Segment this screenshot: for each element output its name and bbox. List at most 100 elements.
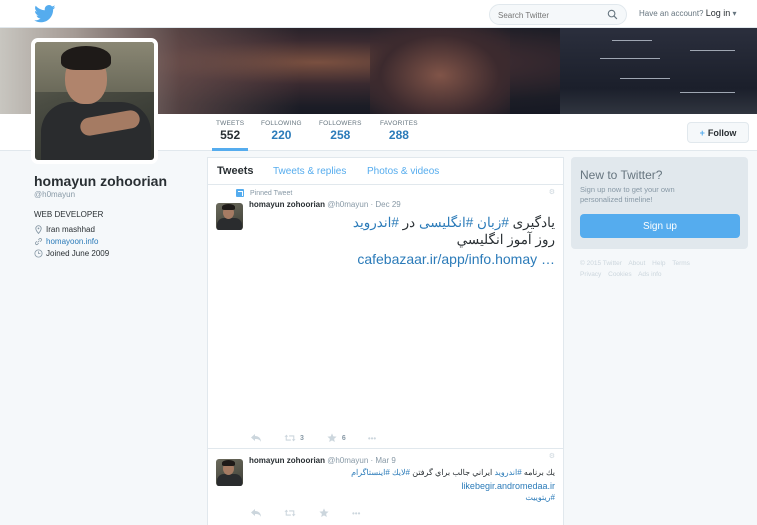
stat-value: 552 — [220, 128, 241, 142]
text-segment: در — [398, 215, 419, 230]
tweet-author[interactable]: homayun zohoorian — [249, 456, 325, 465]
retweet-icon — [284, 434, 296, 442]
tweet-actions: 3 6 ••• — [250, 433, 398, 443]
footer-link-privacy[interactable]: Privacy — [580, 271, 601, 278]
twitter-bird-icon[interactable] — [34, 5, 56, 23]
hashtag-link[interactable]: #ريتوييت — [525, 493, 555, 502]
stat-favorites[interactable]: FAVORITES 288 — [380, 120, 418, 142]
hashtag-link[interactable]: #اندروید — [353, 215, 399, 230]
profile-joined: Joined June 2009 — [34, 249, 204, 258]
search-icon[interactable] — [607, 9, 618, 20]
stat-value: 288 — [388, 128, 409, 142]
profile-bio: WEB DEVELOPER — [34, 210, 104, 219]
stat-label: FAVORITES — [380, 120, 418, 127]
follow-label: Follow — [707, 127, 737, 138]
tweet-url-link[interactable]: cafebazaar.ir/app/info.homay … — [250, 251, 555, 268]
reply-icon — [251, 434, 261, 442]
profile-name[interactable]: homayun zohoorian — [34, 173, 204, 189]
tweet-avatar[interactable] — [216, 459, 243, 486]
retweet-button[interactable]: 3 — [284, 433, 304, 443]
stat-label: TWEETS — [216, 120, 245, 127]
profile-website: homayoon.info — [34, 237, 204, 246]
footer-line: © 2015 Twitter About Help Terms — [580, 258, 740, 269]
pinned-text: Pinned Tweet — [250, 189, 293, 197]
search-input[interactable] — [498, 8, 603, 22]
tweet-avatar[interactable] — [216, 203, 243, 230]
stat-value: 220 — [271, 128, 292, 142]
hashtag-link[interactable]: #اندروید — [494, 468, 521, 477]
footer-links: © 2015 Twitter About Help Terms Privacy … — [580, 258, 740, 280]
tab-tweets[interactable]: Tweets — [217, 165, 253, 177]
footer-link-cookies[interactable]: Cookies — [608, 271, 631, 278]
follow-button[interactable]: + Follow — [687, 122, 749, 143]
star-icon — [327, 433, 337, 442]
text-segment: ايراني جالب براي گرفتن — [410, 468, 495, 477]
favorite-button[interactable] — [318, 508, 330, 518]
login-link[interactable]: Log in — [706, 8, 731, 18]
reply-button[interactable] — [250, 508, 262, 518]
tweet-options-icon[interactable]: ⚙ — [549, 452, 555, 460]
link-icon — [35, 238, 42, 245]
tab-photos-videos[interactable]: Photos & videos — [367, 166, 439, 177]
tweet-handle-date[interactable]: @h0mayun · Dec 29 — [327, 200, 401, 209]
profile-handle[interactable]: @h0mayun — [34, 190, 204, 199]
tweet-text-line2: روز آموز انگليسي — [456, 232, 555, 247]
reply-button[interactable] — [250, 433, 262, 443]
tweet-text-line1: یادگیری #زبان #انگلیسی در #اندروید — [250, 214, 555, 231]
tweet-options-icon[interactable]: ⚙ — [549, 188, 555, 196]
stat-followers[interactable]: FOLLOWERS 258 — [319, 120, 362, 142]
top-bar: Have an account? Log in ▾ — [0, 0, 757, 28]
hashtag-link[interactable]: #اينستاگرام — [351, 468, 390, 477]
profile-location: Iran mashhad — [34, 225, 204, 234]
timeline: Tweets Tweets & replies Photos & videos … — [207, 157, 564, 525]
signup-text: Sign up now to get your own personalized… — [580, 185, 675, 204]
footer-line: Privacy Cookies Ads info — [580, 269, 740, 280]
pin-icon — [236, 189, 244, 197]
hashtag-link[interactable]: #زبان — [477, 215, 509, 230]
website-link[interactable]: homayoon.info — [46, 237, 98, 246]
hashtag-link[interactable]: #انگلیسی — [419, 215, 473, 230]
tweet-header: homayun zohoorian @h0mayun · Dec 29 — [249, 200, 401, 209]
tweet-url-link[interactable]: likebegir.andromedaa.ir — [250, 480, 555, 492]
pinned-label: Pinned Tweet — [236, 189, 292, 197]
retweet-icon — [284, 509, 296, 517]
search-box[interactable] — [489, 4, 627, 25]
tweet[interactable]: homayun zohoorian @h0mayun · Mar 9 ⚙ يك … — [208, 449, 563, 525]
favorite-count: 6 — [341, 434, 346, 442]
stat-label: FOLLOWERS — [319, 120, 362, 127]
stat-tweets[interactable]: TWEETS 552 — [211, 120, 249, 151]
footer-link-help[interactable]: Help — [652, 260, 665, 267]
more-button[interactable]: ••• — [352, 509, 360, 518]
more-icon: ••• — [352, 508, 361, 518]
joined-text: Joined June 2009 — [46, 249, 110, 258]
footer-link-terms[interactable]: Terms — [672, 260, 690, 267]
stat-label: FOLLOWING — [261, 120, 302, 127]
tweet-text-line1: يك برنامه #اندروید ايراني جالب براي گرفت… — [250, 467, 555, 479]
tweet-text: يك برنامه #اندروید ايراني جالب براي گرفت… — [250, 467, 555, 504]
footer-copyright: © 2015 Twitter — [580, 260, 622, 267]
retweet-button[interactable] — [284, 508, 296, 518]
tweet-actions: ••• — [250, 508, 382, 518]
timeline-tabs: Tweets Tweets & replies Photos & videos — [208, 158, 563, 185]
tweet-header: homayun zohoorian @h0mayun · Mar 9 — [249, 456, 396, 465]
more-button[interactable]: ••• — [368, 434, 376, 443]
tab-tweets-replies[interactable]: Tweets & replies — [273, 166, 346, 177]
chevron-down-icon[interactable]: ▾ — [733, 9, 737, 18]
tweet-author[interactable]: homayun zohoorian — [249, 200, 325, 209]
stat-following[interactable]: FOLLOWING 220 — [261, 120, 302, 142]
footer-link-about[interactable]: About — [628, 260, 645, 267]
signup-button[interactable]: Sign up — [580, 214, 740, 238]
location-pin-icon — [35, 225, 42, 234]
favorite-button[interactable]: 6 — [326, 433, 346, 443]
follow-plus-icon: + — [699, 127, 705, 138]
tweet[interactable]: Pinned Tweet homayun zohoorian @h0mayun … — [208, 186, 563, 449]
tweet-text: یادگیری #زبان #انگلیسی در #اندروید روز آ… — [250, 214, 555, 268]
profile-avatar[interactable] — [31, 38, 158, 164]
signup-title: New to Twitter? — [580, 168, 663, 182]
more-icon: ••• — [367, 433, 377, 443]
tweet-handle-date[interactable]: @h0mayun · Mar 9 — [327, 456, 396, 465]
stat-value: 258 — [330, 128, 351, 142]
hashtag-link[interactable]: #لايك — [392, 468, 410, 477]
profile-card: homayun zohoorian @h0mayun WEB DEVELOPER… — [34, 173, 204, 258]
footer-link-ads-info[interactable]: Ads info — [638, 271, 662, 278]
